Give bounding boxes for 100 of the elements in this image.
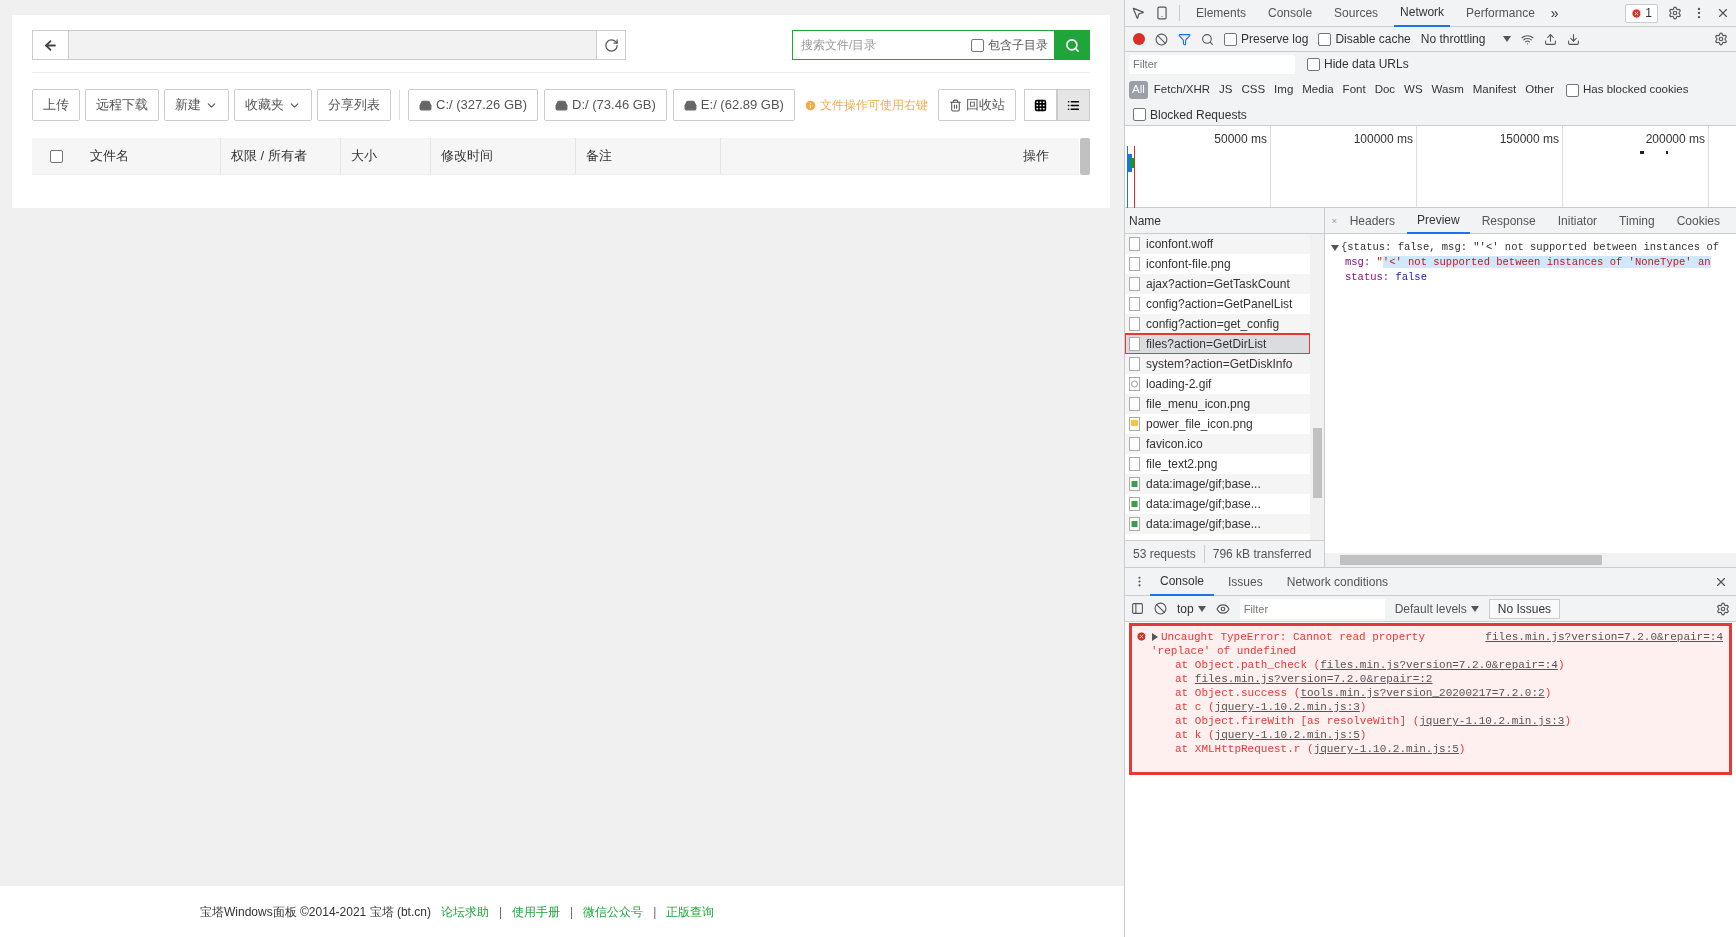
detail-tab[interactable]: Cookies	[1666, 207, 1730, 234]
type-filter[interactable]: Other	[1522, 81, 1557, 99]
file-icon	[1129, 257, 1140, 271]
toolbar-button[interactable]: 新建	[164, 89, 229, 121]
throttling-select[interactable]: No throttling	[1420, 30, 1512, 48]
devtools-tab[interactable]: Console	[1262, 0, 1319, 27]
search-icon[interactable]	[1201, 32, 1214, 46]
dropdown-arrow-icon	[1197, 605, 1206, 612]
stack-link[interactable]: jquery-1.10.2.min.js:5	[1214, 729, 1360, 741]
type-filter[interactable]: JS	[1216, 81, 1236, 99]
recycle-bin-button[interactable]: 回收站	[938, 89, 1016, 121]
refresh-button[interactable]	[596, 30, 626, 60]
request-row[interactable]: favicon.ico	[1125, 434, 1310, 454]
expand-triangle-icon[interactable]	[1151, 633, 1158, 641]
subdirs-checkbox[interactable]	[971, 38, 984, 52]
drawer-tab[interactable]: Issues	[1218, 567, 1273, 596]
type-filter[interactable]: Wasm	[1428, 81, 1467, 99]
separator: |	[570, 903, 574, 921]
type-filter[interactable]: Img	[1271, 81, 1297, 99]
path-field[interactable]	[69, 30, 596, 60]
grid-view-button[interactable]	[1024, 89, 1057, 121]
select-all-checkbox[interactable]	[49, 149, 63, 163]
disk-button[interactable]: E:/ (62.89 GB)	[672, 89, 795, 121]
issues-button[interactable]: No Issues	[1488, 598, 1561, 619]
request-row[interactable]: iconfont.woff	[1125, 234, 1310, 254]
type-filter[interactable]: Doc	[1371, 81, 1399, 99]
request-row[interactable]: file_menu_icon.png	[1125, 394, 1310, 414]
settings-icon[interactable]	[1716, 601, 1730, 616]
type-filter[interactable]: Fetch/XHR	[1150, 81, 1214, 99]
detail-tab[interactable]: Response	[1471, 207, 1546, 234]
request-row[interactable]: data:image/gif;base...	[1125, 474, 1310, 494]
settings-icon[interactable]	[1668, 6, 1682, 20]
source-link[interactable]: files.min.js?version=7.2.0&repair=:4	[1485, 630, 1723, 644]
checkbox[interactable]	[1318, 32, 1332, 46]
close-icon[interactable]	[1716, 6, 1730, 20]
checkbox[interactable]	[1133, 108, 1146, 121]
request-row[interactable]: config?action=get_config	[1125, 314, 1310, 334]
stack-frame: )	[1557, 659, 1565, 671]
wifi-icon[interactable]	[1521, 32, 1535, 46]
toolbar-button[interactable]: 上传	[32, 89, 80, 121]
stack-link[interactable]: jquery-1.10.2.min.js:3	[1419, 715, 1565, 727]
disk-button[interactable]: C:/ (327.26 GB)	[408, 89, 539, 121]
type-filter[interactable]: Media	[1299, 81, 1337, 99]
filter-icon[interactable]	[1178, 32, 1191, 46]
request-row[interactable]: ajax?action=GetTaskCount	[1125, 274, 1310, 294]
list-view-button[interactable]	[1057, 89, 1090, 121]
settings-icon[interactable]	[1714, 32, 1728, 46]
toolbar-button[interactable]: 远程下载	[85, 89, 159, 121]
sidebar-icon[interactable]	[1131, 602, 1144, 615]
more-tabs-button[interactable]: »	[1550, 2, 1559, 24]
stack-link[interactable]: jquery-1.10.2.min.js:3	[1214, 701, 1360, 713]
stack-link[interactable]: files.min.js?version=7.2.0&repair=:2	[1194, 673, 1433, 685]
checkbox[interactable]	[1307, 57, 1320, 71]
error-badge[interactable]: 1	[1625, 3, 1658, 23]
eye-icon[interactable]	[1215, 601, 1230, 616]
detail-tab[interactable]: Initiator	[1547, 207, 1608, 234]
record-icon[interactable]	[1133, 33, 1145, 45]
device-icon[interactable]	[1155, 6, 1169, 20]
checkbox[interactable]	[1566, 83, 1579, 97]
column-header: Name	[1129, 212, 1161, 230]
download-icon[interactable]	[1567, 32, 1581, 46]
detail-tab[interactable]: Preview	[1407, 207, 1470, 234]
context-select[interactable]: top	[1177, 599, 1206, 618]
request-row[interactable]: system?action=GetDiskInfo	[1125, 354, 1310, 374]
type-filter[interactable]: Manifest	[1469, 81, 1520, 99]
checkbox-label: Has blocked cookies	[1583, 82, 1689, 98]
clear-icon[interactable]	[1154, 602, 1167, 615]
type-filter[interactable]: CSS	[1238, 81, 1269, 99]
timeline-label: 150000 ms	[1499, 131, 1559, 148]
detail-tab[interactable]: Headers	[1339, 207, 1405, 234]
drive-icon	[555, 98, 569, 112]
search-button[interactable]	[1055, 30, 1090, 60]
clear-icon[interactable]	[1155, 32, 1168, 46]
toolbar-button[interactable]: 收藏夹	[234, 89, 312, 121]
disk-button[interactable]: D:/ (73.46 GB)	[544, 89, 667, 121]
request-row[interactable]: files?action=GetDirList	[1125, 334, 1310, 354]
stack-link[interactable]: jquery-1.10.2.min.js:5	[1313, 743, 1459, 755]
stack-link[interactable]: files.min.js?version=7.2.0&repair=:4	[1320, 659, 1558, 671]
expand-triangle-icon[interactable]	[1331, 243, 1339, 252]
type-filter[interactable]: WS	[1401, 81, 1426, 99]
upload-icon[interactable]	[1544, 32, 1558, 46]
filter-field[interactable]: Filter	[1129, 54, 1295, 74]
type-filter[interactable]: Font	[1339, 81, 1369, 99]
drawer-tab[interactable]: Network conditions	[1276, 567, 1399, 596]
error-text: Uncaught TypeError: Cannot read property	[1161, 630, 1426, 644]
detail-tab[interactable]: Timing	[1609, 207, 1665, 234]
stack-link[interactable]: tools.min.js?version_20200217=7.2.0:2	[1300, 687, 1545, 699]
checkbox[interactable]	[1224, 32, 1237, 46]
search-field[interactable]: 搜索文件/目录 包含子目录	[792, 30, 1055, 60]
column-header: 操作	[1023, 147, 1049, 166]
search-input[interactable]: 搜索文件/目录	[801, 36, 971, 54]
console-filter-field[interactable]: Filter	[1239, 598, 1385, 619]
devtools-tab[interactable]: Performance	[1460, 0, 1541, 27]
request-row[interactable]: data:image/gif;base...	[1125, 514, 1310, 534]
back-button[interactable]	[32, 30, 69, 60]
devtools-tab[interactable]: Elements	[1190, 0, 1253, 27]
levels-select[interactable]: Default levels	[1394, 599, 1479, 618]
toolbar-button[interactable]: 分享列表	[317, 89, 391, 121]
devtools-tab[interactable]: Sources	[1328, 0, 1385, 27]
inspect-icon[interactable]	[1131, 6, 1145, 20]
